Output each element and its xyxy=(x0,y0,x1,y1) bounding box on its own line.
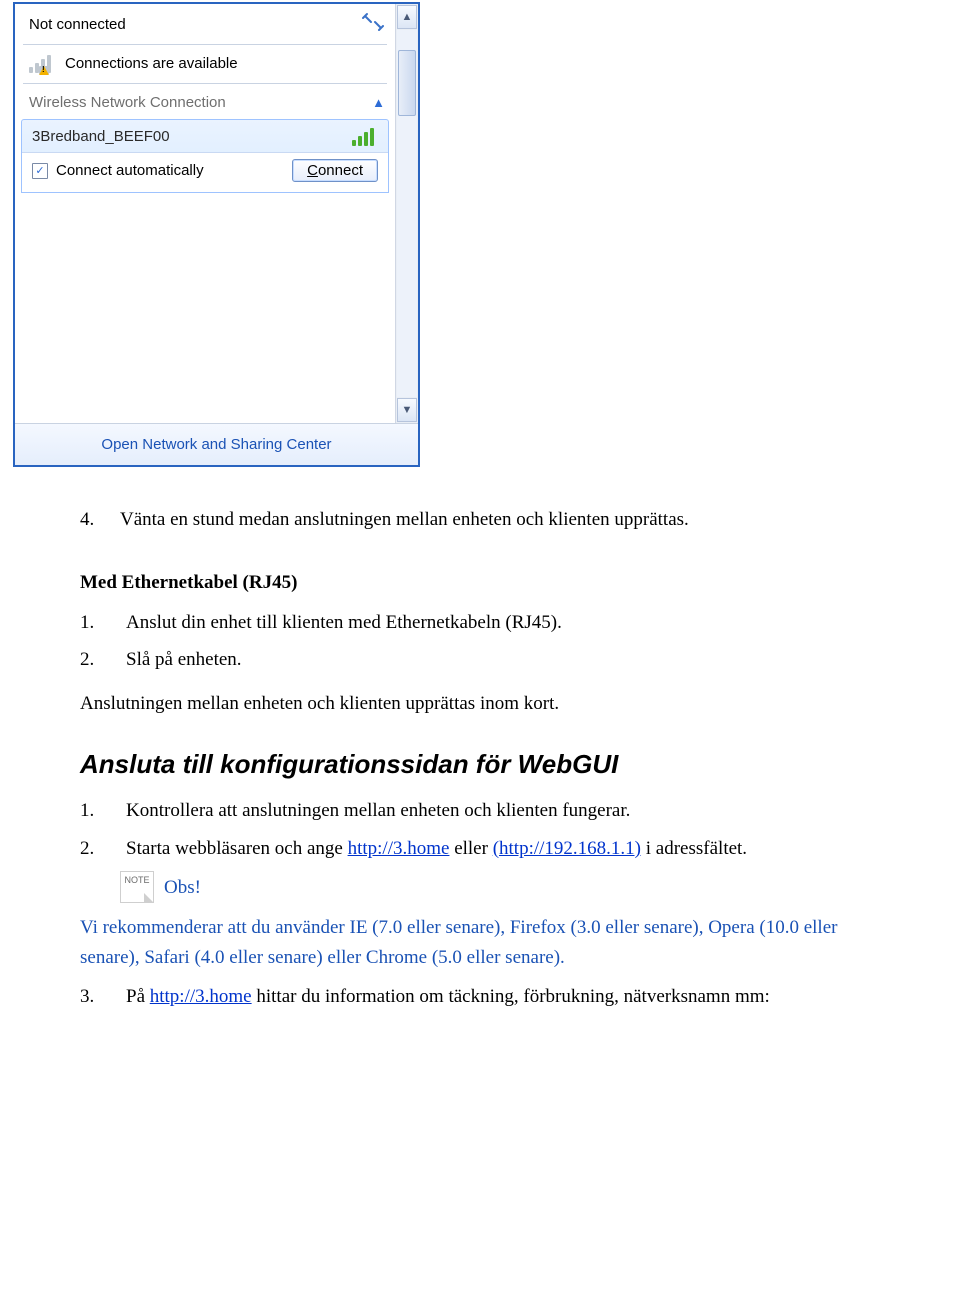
step-4: 4. Vänta en stund medan anslutningen mel… xyxy=(80,505,880,534)
ethernet-note: Anslutningen mellan enheten och klienten… xyxy=(80,689,880,718)
flyout-main: Not connected Connections are available xyxy=(15,4,395,423)
list-number: 1. xyxy=(80,796,126,825)
document-body: 4. Vänta en stund medan anslutningen mel… xyxy=(0,467,960,1060)
list-text: Slå på enheten. xyxy=(126,645,880,674)
status-text: Not connected xyxy=(29,16,126,33)
note-icon: NOTE xyxy=(120,871,154,903)
status-row: Not connected xyxy=(15,4,395,40)
refresh-plug-icon[interactable] xyxy=(361,12,385,36)
ethernet-heading: Med Ethernetkabel (RJ45) xyxy=(80,568,880,597)
list-item: 2. Slå på enheten. xyxy=(80,645,880,674)
webgui-heading: Ansluta till konfigurationssidan för Web… xyxy=(80,744,880,784)
list-text: Vänta en stund medan anslutningen mellan… xyxy=(120,505,880,534)
available-text: Connections are available xyxy=(65,55,238,72)
flyout-body: Not connected Connections are available xyxy=(15,4,418,423)
list-number: 1. xyxy=(80,608,126,637)
link-3home-2[interactable]: http://3.home xyxy=(150,986,252,1007)
divider xyxy=(23,44,387,45)
connect-rest: onnect xyxy=(318,162,363,179)
list-number: 2. xyxy=(80,834,126,863)
list-item: 1. Kontrollera att anslutningen mellan e… xyxy=(80,796,880,825)
scrollbar[interactable]: ▲ ▼ xyxy=(395,4,418,423)
connect-auto-checkbox[interactable]: ✓ xyxy=(32,163,48,179)
section-label: Wireless Network Connection xyxy=(29,94,226,111)
connect-accel: C xyxy=(307,162,318,179)
network-flyout: Not connected Connections are available xyxy=(13,2,420,467)
connect-button[interactable]: Connect xyxy=(292,159,378,182)
open-network-center-link[interactable]: Open Network and Sharing Center xyxy=(15,423,418,465)
note-row: NOTE Obs! xyxy=(120,871,880,903)
wireless-section-header[interactable]: Wireless Network Connection ▲ xyxy=(15,86,395,115)
list-item: 3. På http://3.home hittar du informatio… xyxy=(80,982,880,1011)
scroll-up-button[interactable]: ▲ xyxy=(397,5,417,29)
divider xyxy=(23,83,387,84)
signal-warning-icon xyxy=(29,53,55,73)
list-text: Anslut din enhet till klienten med Ether… xyxy=(126,608,880,637)
scroll-thumb[interactable] xyxy=(398,50,416,116)
list-text: På http://3.home hittar du information o… xyxy=(126,982,880,1011)
list-item: 2. Starta webbläsaren och ange http://3.… xyxy=(80,834,880,863)
note-label: Obs! xyxy=(164,873,201,902)
wg3-b: hittar du information om täckning, förbr… xyxy=(252,986,770,1007)
wg2-c: i adressfältet. xyxy=(641,838,747,859)
connect-auto-label: Connect automatically xyxy=(56,162,204,179)
list-item: 1. Anslut din enhet till klienten med Et… xyxy=(80,608,880,637)
scroll-down-button[interactable]: ▼ xyxy=(397,398,417,422)
list-number: 2. xyxy=(80,645,126,674)
scroll-track[interactable] xyxy=(397,30,417,397)
chevron-up-icon: ▲ xyxy=(372,95,385,110)
list-number: 3. xyxy=(80,982,126,1011)
signal-strong-icon xyxy=(352,126,378,146)
network-item[interactable]: 3Bredband_BEEF00 ✓ Connect automatically… xyxy=(21,119,389,193)
link-ip[interactable]: (http://192.168.1.1) xyxy=(493,838,641,859)
list-text: Starta webbläsaren och ange http://3.hom… xyxy=(126,834,880,863)
webgui-step-3: 3. På http://3.home hittar du informatio… xyxy=(80,982,880,1011)
flyout-spacer xyxy=(15,193,395,423)
list-item: 4. Vänta en stund medan anslutningen mel… xyxy=(80,505,880,534)
available-row: Connections are available xyxy=(15,47,395,79)
network-item-header[interactable]: 3Bredband_BEEF00 xyxy=(22,120,388,152)
wg2-b: eller xyxy=(449,838,492,859)
ethernet-steps: 1. Anslut din enhet till klienten med Et… xyxy=(80,608,880,675)
webgui-steps: 1. Kontrollera att anslutningen mellan e… xyxy=(80,796,880,863)
link-3home[interactable]: http://3.home xyxy=(348,838,450,859)
network-item-expand: ✓ Connect automatically Connect xyxy=(22,152,388,192)
recommendation-text: Vi rekommenderar att du använder IE (7.0… xyxy=(80,913,880,972)
list-text: Kontrollera att anslutningen mellan enhe… xyxy=(126,796,880,825)
wg2-a: Starta webbläsaren och ange xyxy=(126,838,348,859)
network-name: 3Bredband_BEEF00 xyxy=(32,128,170,145)
wg3-a: På xyxy=(126,986,150,1007)
list-number: 4. xyxy=(80,505,120,534)
